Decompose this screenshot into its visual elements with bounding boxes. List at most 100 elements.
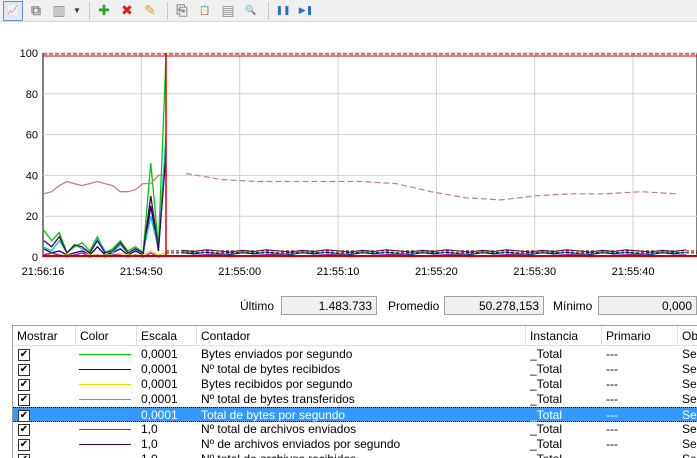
object-cell: Ser bbox=[682, 392, 697, 406]
object-cell: Ser bbox=[682, 422, 697, 436]
new-counter-set-icon: ⧉ bbox=[31, 2, 41, 18]
counter-row[interactable]: ✔ 1,0 Nº total de archivos recibidos _Total… bbox=[13, 452, 697, 458]
change-graph-type-icon: ▥ bbox=[52, 2, 66, 18]
counter-name-cell: Total de bytes por segundo bbox=[201, 408, 346, 422]
scale-cell: 0,0001 bbox=[141, 347, 178, 361]
update-data-icon: ▶❚ bbox=[298, 5, 314, 15]
object-cell: Ser bbox=[682, 377, 697, 391]
properties-icon: ▤ bbox=[221, 2, 235, 18]
add-counter-icon: ✚ bbox=[98, 2, 110, 18]
scale-cell: 0,0001 bbox=[141, 377, 178, 391]
y-tick-label: 100 bbox=[20, 48, 38, 60]
graph-type-dropdown[interactable]: ▼ bbox=[72, 1, 82, 21]
show-checkbox[interactable]: ✔ bbox=[18, 439, 30, 451]
y-tick-label: 20 bbox=[26, 211, 38, 223]
scale-cell: 0,0001 bbox=[141, 408, 178, 422]
show-checkbox[interactable]: ✔ bbox=[18, 394, 30, 406]
counter-row[interactable]: ✔ 0,0001 Nº total de bytes transferidos _To… bbox=[13, 392, 697, 407]
update-data-button[interactable]: ▶❚ bbox=[296, 1, 316, 21]
counter-name-cell: Bytes enviados por segundo bbox=[201, 347, 353, 361]
toolbar-separator bbox=[89, 1, 90, 20]
toolbar-separator bbox=[167, 1, 168, 20]
scale-cell: 1,0 bbox=[141, 422, 158, 436]
x-tick-label: 21:54:50 bbox=[120, 266, 163, 278]
column-header-parent[interactable]: Primario bbox=[602, 326, 678, 346]
show-checkbox[interactable]: ✔ bbox=[18, 364, 30, 376]
scale-cell: 0,0001 bbox=[141, 362, 178, 376]
copy-properties-icon: ⎘ bbox=[176, 2, 188, 18]
scale-cell: 1,0 bbox=[141, 452, 197, 458]
show-checkbox[interactable]: ✔ bbox=[18, 410, 30, 422]
performance-graph[interactable]: 100 80 60 40 20 0 21:56:16 21:54:50 21:55:00 21:5… bbox=[0, 40, 697, 285]
parent-cell: --- bbox=[606, 422, 618, 436]
delete-counter-button[interactable]: ✖ bbox=[117, 1, 137, 21]
freeze-display-button[interactable]: ❚❚ bbox=[273, 1, 293, 21]
object-cell: Ser bbox=[682, 347, 697, 361]
scale-cell: 1,0 bbox=[141, 437, 158, 451]
parent-cell: --- bbox=[606, 392, 618, 406]
counter-list-header: Mostrar Color Escala Contador Instancia … bbox=[13, 326, 697, 346]
add-counter-button[interactable]: ✚ bbox=[94, 1, 114, 21]
zoom-button[interactable]: 🔍 bbox=[241, 1, 261, 21]
counter-list[interactable]: Mostrar Color Escala Contador Instancia … bbox=[12, 325, 697, 458]
color-swatch bbox=[79, 399, 131, 400]
show-checkbox[interactable]: ✔ bbox=[18, 379, 30, 391]
y-tick-label: 60 bbox=[26, 130, 38, 142]
column-header-show[interactable]: Mostrar bbox=[13, 326, 76, 346]
column-header-color[interactable]: Color bbox=[76, 326, 137, 346]
freeze-display-icon: ❚❚ bbox=[275, 5, 291, 15]
object-cell: Ser bbox=[682, 408, 697, 422]
instance-cell: _Total bbox=[530, 422, 563, 436]
instance-cell: _Total bbox=[530, 408, 563, 422]
counter-row[interactable]: ✔ 1,0 Nº total de archivos enviados _Total -… bbox=[13, 422, 697, 437]
minimum-value: 0,000 bbox=[598, 296, 697, 315]
counter-row[interactable]: ✔ 0,0001 Nº total de bytes recibidos _Total… bbox=[13, 362, 697, 377]
color-swatch bbox=[79, 384, 131, 385]
show-checkbox[interactable]: ✔ bbox=[18, 424, 30, 436]
statistics-bar: Último 1.483.733 Promedio 50.278,153 Mín… bbox=[0, 296, 697, 316]
graph-canvas[interactable]: 100 80 60 40 20 0 21:56:16 21:54:50 21:55:00 21:5… bbox=[0, 40, 697, 285]
object-cell: Ser bbox=[682, 362, 697, 376]
minimum-label: Mínimo bbox=[553, 299, 593, 313]
parent-cell: --- bbox=[606, 408, 618, 422]
counter-name-cell: Nº total de archivos enviados bbox=[201, 422, 357, 436]
counter-row[interactable]: ✔ 0,0001 Total de bytes por segundo _Total -… bbox=[13, 407, 697, 422]
instance-cell: _Total bbox=[530, 377, 563, 391]
x-tick-label: 21:55:40 bbox=[612, 266, 655, 278]
parent-cell: --- bbox=[606, 347, 618, 361]
color-swatch bbox=[79, 444, 131, 445]
new-counter-set-button[interactable]: ⧉ bbox=[26, 1, 46, 21]
column-header-instance[interactable]: Instancia bbox=[526, 326, 602, 346]
x-tick-label: 21:55:20 bbox=[415, 266, 458, 278]
average-value: 50.278,153 bbox=[444, 296, 544, 315]
parent-cell: --- bbox=[606, 437, 618, 451]
average-label: Promedio bbox=[388, 299, 440, 313]
column-header-counter[interactable]: Contador bbox=[197, 326, 526, 346]
delete-counter-icon: ✖ bbox=[121, 2, 133, 18]
color-swatch bbox=[79, 429, 131, 430]
show-checkbox[interactable]: ✔ bbox=[18, 349, 30, 361]
zoom-icon: 🔍 bbox=[245, 5, 257, 15]
change-graph-type-button[interactable]: ▥ bbox=[49, 1, 69, 21]
counter-name-cell: Nº total de bytes recibidos bbox=[201, 362, 341, 376]
paste-counter-list-icon: 📋 bbox=[199, 5, 211, 15]
counter-row[interactable]: ✔ 0,0001 Bytes enviados por segundo _Total -… bbox=[13, 347, 697, 362]
view-graph-button[interactable]: 📈 bbox=[3, 0, 23, 21]
y-tick-label: 0 bbox=[32, 252, 38, 264]
show-checkbox[interactable]: ✔ bbox=[18, 454, 30, 458]
counter-row[interactable]: ✔ 0,0001 Bytes recibidos por segundo _Total… bbox=[13, 377, 697, 392]
y-tick-label: 40 bbox=[26, 170, 38, 182]
paste-counter-list-button[interactable]: 📋 bbox=[195, 1, 215, 21]
instance-cell: _Total bbox=[530, 452, 602, 458]
y-tick-label: 80 bbox=[26, 89, 38, 101]
counter-row[interactable]: ✔ 1,0 Nº de archivos enviados por segundo _… bbox=[13, 437, 697, 452]
properties-button[interactable]: ▤ bbox=[218, 1, 238, 21]
copy-properties-button[interactable]: ⎘ bbox=[172, 1, 192, 21]
color-swatch bbox=[79, 369, 131, 370]
instance-cell: _Total bbox=[530, 437, 563, 451]
toolbar: 📈 ⧉ ▥ ▼ ✚ ✖ ✎ ⎘ 📋 ▤ 🔍 ❚❚ ▶❚ bbox=[0, 0, 697, 22]
highlight-button[interactable]: ✎ bbox=[140, 1, 160, 21]
parent-cell: --- bbox=[606, 377, 618, 391]
column-header-object[interactable]: Ob bbox=[678, 326, 697, 346]
column-header-scale[interactable]: Escala bbox=[137, 326, 197, 346]
